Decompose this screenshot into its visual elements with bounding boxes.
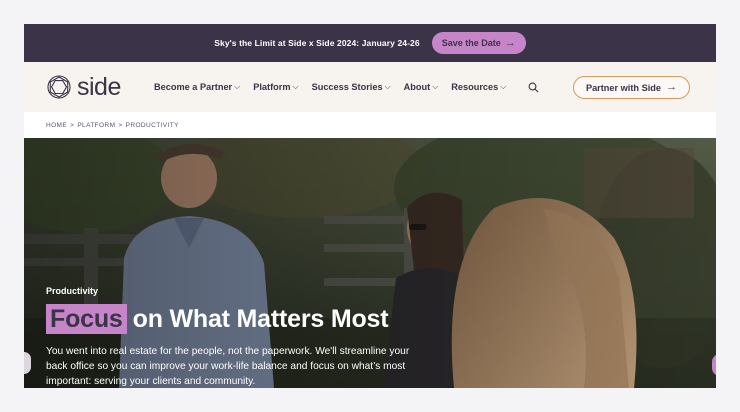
hero-description: You went into real estate for the people… xyxy=(46,346,410,387)
page-frame: Sky's the Limit at Side x Side 2024: Jan… xyxy=(24,24,716,388)
nav-item-label: Success Stories xyxy=(311,82,383,92)
hero-title-highlight: Focus xyxy=(46,304,127,334)
chevron-down-icon: ⌵ xyxy=(234,82,241,91)
side-logo-icon xyxy=(47,75,71,99)
announcement-bar: Sky's the Limit at Side x Side 2024: Jan… xyxy=(24,24,716,62)
carousel-prev-handle[interactable] xyxy=(24,352,31,374)
nav-item-success-stories[interactable]: Success Stories ⌵ xyxy=(312,82,391,92)
nav-item-resources[interactable]: Resources ⌵ xyxy=(451,82,506,92)
breadcrumb: HOME > PLATFORM > PRODUCTIVITY xyxy=(24,112,716,138)
partner-with-side-button[interactable]: Partner with Side → xyxy=(572,76,690,99)
chevron-down-icon: ⌵ xyxy=(384,82,391,91)
arrow-right-icon: → xyxy=(504,36,516,49)
nav-item-label: Become a Partner xyxy=(154,82,233,92)
hero-title: Focus on What Matters Most xyxy=(46,304,389,334)
hero-title-rest: on What Matters Most xyxy=(132,304,389,333)
announcement-text: Sky's the Limit at Side x Side 2024: Jan… xyxy=(214,38,420,48)
save-the-date-button[interactable]: Save the Date → xyxy=(431,32,526,54)
chevron-down-icon: ⌵ xyxy=(500,82,507,91)
breadcrumb-productivity: PRODUCTIVITY xyxy=(125,121,179,129)
nav-item-about[interactable]: About ⌵ xyxy=(404,82,439,92)
partner-with-side-label: Partner with Side xyxy=(585,82,661,93)
logo-wordmark: side xyxy=(77,72,121,101)
nav-item-label: About xyxy=(403,82,431,92)
chat-widget-handle[interactable] xyxy=(712,354,716,376)
nav-item-become-a-partner[interactable]: Become a Partner ⌵ xyxy=(154,82,240,92)
chevron-down-icon: ⌵ xyxy=(292,82,299,91)
nav-menu: Become a Partner ⌵ Platform ⌵ Success St… xyxy=(154,82,539,93)
breadcrumb-separator: > xyxy=(118,121,123,129)
nav-item-label: Platform xyxy=(253,82,291,92)
breadcrumb-separator: > xyxy=(70,121,75,129)
main-navigation: side Become a Partner ⌵ Platform ⌵ Succe… xyxy=(24,62,716,112)
nav-item-platform[interactable]: Platform ⌵ xyxy=(253,82,298,92)
chevron-down-icon: ⌵ xyxy=(432,82,439,91)
hero-eyebrow: Productivity xyxy=(46,286,99,296)
save-the-date-label: Save the Date xyxy=(441,38,501,48)
side-logo[interactable]: side xyxy=(46,74,132,100)
breadcrumb-home[interactable]: HOME xyxy=(46,122,67,129)
nav-item-label: Resources xyxy=(451,82,499,92)
search-icon[interactable] xyxy=(528,82,539,93)
breadcrumb-platform[interactable]: PLATFORM xyxy=(77,122,115,129)
hero-section: Productivity Focus on What Matters Most … xyxy=(24,138,716,388)
arrow-right-icon: → xyxy=(666,81,677,93)
